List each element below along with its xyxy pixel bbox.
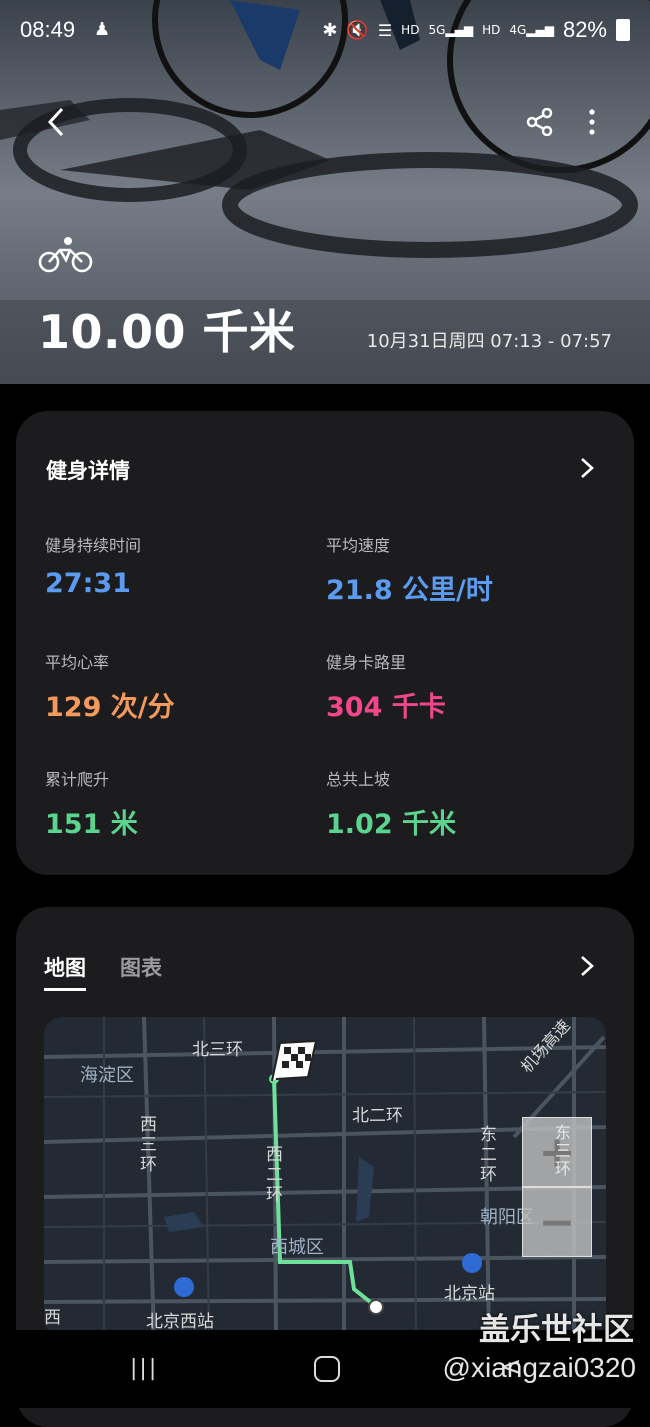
map-label-xi-partial: 西: [44, 1308, 61, 1328]
map-label-xi3: 西三环: [140, 1115, 157, 1175]
battery-icon: [616, 19, 630, 41]
metric-value: 151 米: [45, 809, 138, 840]
metric-label: 累计爬升: [45, 770, 110, 789]
recent-apps-button[interactable]: |||: [130, 1356, 158, 1381]
map-label-xicheng: 西城区: [270, 1237, 324, 1258]
metric-label: 健身持续时间: [45, 536, 142, 555]
metric-label: 平均心率: [45, 653, 110, 672]
status-icons: ✱ 🔇 ☰ HD 5G▂▄▆ HD 4G▂▄▆ 82%: [322, 17, 630, 43]
route-end-marker: [368, 1299, 384, 1315]
metric-avg-heart-rate: 平均心率 129 次/分: [45, 649, 315, 724]
metric-elevation-gain: 累计爬升 151 米: [45, 766, 315, 841]
metric-duration: 健身持续时间 27:31: [45, 532, 315, 599]
zoom-in-button[interactable]: + 东三环: [522, 1117, 592, 1187]
bluetooth-icon: ✱: [322, 19, 338, 41]
back-arrow-icon: [47, 107, 64, 137]
station-icon: [174, 1277, 194, 1297]
workout-details-card[interactable]: 健身详情 健身持续时间 27:31 平均速度 21.8 公里/时 平均心率 12…: [16, 411, 634, 875]
mute-icon: 🔇: [346, 19, 369, 41]
metric-label: 总共上坡: [326, 770, 391, 789]
minus-icon: −: [538, 1196, 576, 1248]
map-label-haidian: 海淀区: [80, 1065, 134, 1086]
watermark-title: 盖乐世社区: [479, 1312, 634, 1348]
map-label-dong2: 东二环: [480, 1125, 497, 1185]
tab-chart[interactable]: 图表: [120, 952, 162, 991]
tab-map[interactable]: 地图: [44, 952, 86, 991]
notification-icon: ♟: [94, 19, 111, 40]
home-button[interactable]: [314, 1356, 340, 1382]
hd-badge-2: HD: [482, 23, 501, 37]
map-label-bei2: 北二环: [352, 1106, 403, 1126]
details-title: 健身详情: [46, 459, 130, 483]
metric-value: 1.02 千米: [326, 809, 457, 840]
watermark-handle: @xiangzai0320: [442, 1352, 636, 1383]
more-options-button[interactable]: [570, 100, 614, 144]
map-label-bei3: 北三环: [192, 1040, 243, 1060]
metric-value: 27:31: [45, 568, 131, 599]
battery-level: 82%: [562, 17, 607, 42]
map-label-dong3: 东三环: [555, 1123, 572, 1178]
total-distance: 10.00 千米: [38, 305, 296, 359]
metric-label: 健身卡路里: [326, 653, 407, 672]
signal-5g-icon: 5G▂▄▆: [428, 23, 474, 37]
chevron-right-icon[interactable]: [576, 955, 598, 977]
signal-4g-icon: 4G▂▄▆: [509, 23, 554, 37]
station-icon: [462, 1253, 482, 1273]
share-icon: [526, 108, 553, 136]
zoom-out-button[interactable]: −: [522, 1187, 592, 1257]
metric-value: 21.8 公里/时: [326, 575, 493, 606]
route-map[interactable]: 海淀区 北三环 北二环 机场高速 西三环 西二环 东二环 朝阳区 西城区 北京西…: [44, 1017, 606, 1337]
metric-calories: 健身卡路里 304 千卡: [326, 649, 596, 724]
header-photo: 08:49 ♟ ✱ 🔇 ☰ HD 5G▂▄▆ HD 4G▂▄▆ 82% 10.0…: [0, 0, 650, 384]
more-vert-icon: [589, 109, 595, 135]
back-button[interactable]: [34, 100, 78, 144]
finish-flag-icon: [271, 1039, 318, 1082]
map-label-xi2: 西二环: [266, 1145, 283, 1205]
metric-value: 304 千卡: [326, 692, 446, 723]
workout-date-range: 10月31日周四 07:13 - 07:57: [366, 331, 612, 352]
share-button[interactable]: [518, 100, 562, 144]
metric-label: 平均速度: [326, 536, 391, 555]
wifi-icon: ☰: [377, 20, 393, 40]
map-label-beijing: 北京站: [444, 1284, 495, 1304]
metric-avg-speed: 平均速度 21.8 公里/时: [326, 532, 596, 607]
status-bar: 08:49 ♟ ✱ 🔇 ☰ HD 5G▂▄▆ HD 4G▂▄▆ 82%: [0, 0, 650, 60]
bicycle-icon: [38, 237, 93, 273]
metric-value: 129 次/分: [45, 692, 175, 723]
hd-badge: HD: [401, 23, 420, 37]
map-label-beijingxi: 北京西站: [146, 1312, 214, 1332]
status-time: 08:49: [20, 17, 76, 42]
map-tabs: 地图 图表: [44, 952, 162, 991]
chevron-right-icon[interactable]: [576, 457, 598, 479]
metric-uphill-distance: 总共上坡 1.02 千米: [326, 766, 596, 841]
